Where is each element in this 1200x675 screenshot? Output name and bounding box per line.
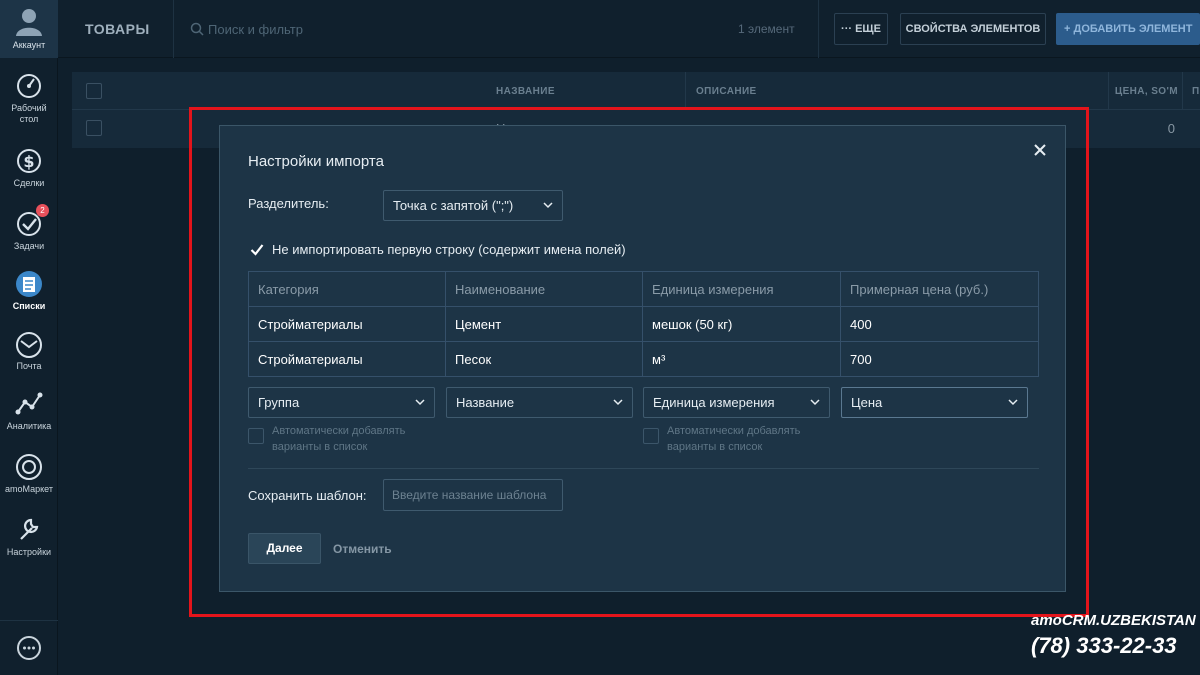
sidebar-item-label: Настройки: [6, 547, 52, 557]
analytics-icon: [15, 392, 43, 415]
chat-icon: [17, 636, 41, 660]
divider: [818, 0, 819, 58]
column-header-price[interactable]: ЦЕНА, SO'M: [1106, 86, 1178, 97]
svg-text:$: $: [23, 152, 34, 171]
sidebar-item-deals[interactable]: $ Сделки: [0, 145, 58, 189]
mail-icon: [16, 332, 42, 358]
table-header-row: НАЗВАНИЕ ОПИСАНИЕ ЦЕНА, SO'M П: [72, 72, 1200, 110]
sidebar-item-dashboard[interactable]: Рабочий стол: [0, 72, 58, 125]
column-header-description[interactable]: ОПИСАНИЕ: [696, 86, 757, 97]
search-input[interactable]: [208, 18, 508, 40]
divider: [1182, 72, 1183, 110]
account-button[interactable]: Аккаунт: [0, 0, 58, 58]
sidebar-item-mail[interactable]: Почта: [0, 332, 58, 372]
dashboard-icon: [17, 74, 41, 98]
sidebar-item-market[interactable]: amoМаркет: [0, 451, 58, 495]
sidebar-item-label: Аналитика: [6, 421, 52, 431]
sidebar-item-tasks[interactable]: 2 Задачи: [0, 204, 58, 252]
search-icon: [190, 22, 204, 36]
element-count: 1 элемент: [738, 22, 795, 36]
page-title: ТОВАРЫ: [85, 21, 150, 37]
highlight-frame: [189, 107, 1089, 617]
dollar-icon: $: [17, 149, 41, 173]
sidebar-item-label: amoМаркет: [5, 484, 53, 494]
sidebar-item-label: Задачи: [13, 241, 45, 251]
account-label: Аккаунт: [12, 40, 46, 50]
sidebar-item-label: Списки: [12, 301, 46, 311]
divider: [173, 0, 174, 58]
column-header-name[interactable]: НАЗВАНИЕ: [496, 86, 555, 97]
sidebar-item-label: Рабочий стол: [11, 103, 47, 124]
sidebar-item-label: Почта: [16, 361, 42, 371]
market-icon: [16, 454, 42, 480]
element-properties-button[interactable]: СВОЙСТВА ЭЛЕМЕНТОВ: [900, 13, 1046, 45]
phone-watermark: (78) 333-22-33: [1031, 633, 1177, 658]
top-bar: ТОВАРЫ 1 элемент ··· ЕЩЕ СВОЙСТВА ЭЛЕМЕН…: [58, 0, 1200, 58]
sidebar-item-analytics[interactable]: Аналитика: [0, 390, 58, 432]
sidebar-item-lists[interactable]: Списки: [0, 270, 58, 312]
divider: [685, 72, 686, 110]
tasks-badge: 2: [36, 204, 49, 217]
sidebar-item-settings[interactable]: Настройки: [0, 514, 58, 558]
avatar-icon: [16, 9, 42, 36]
lists-icon: [16, 271, 42, 297]
row-checkbox[interactable]: [86, 120, 102, 136]
sidebar-item-label: Сделки: [13, 178, 45, 188]
chat-button[interactable]: [0, 620, 58, 675]
add-element-button[interactable]: + ДОБАВИТЬ ЭЛЕМЕНТ: [1056, 13, 1200, 45]
column-header-extra[interactable]: П: [1192, 86, 1200, 97]
brand-watermark: amoCRM.UZBEKISTAN: [1031, 612, 1196, 629]
settings-icon: [20, 518, 39, 540]
more-button[interactable]: ··· ЕЩЕ: [834, 13, 888, 45]
sidebar: Аккаунт Рабочий стол $ Сделки 2 Задачи С…: [0, 0, 58, 675]
row-price: 0: [1167, 121, 1175, 136]
select-all-checkbox[interactable]: [86, 83, 102, 99]
